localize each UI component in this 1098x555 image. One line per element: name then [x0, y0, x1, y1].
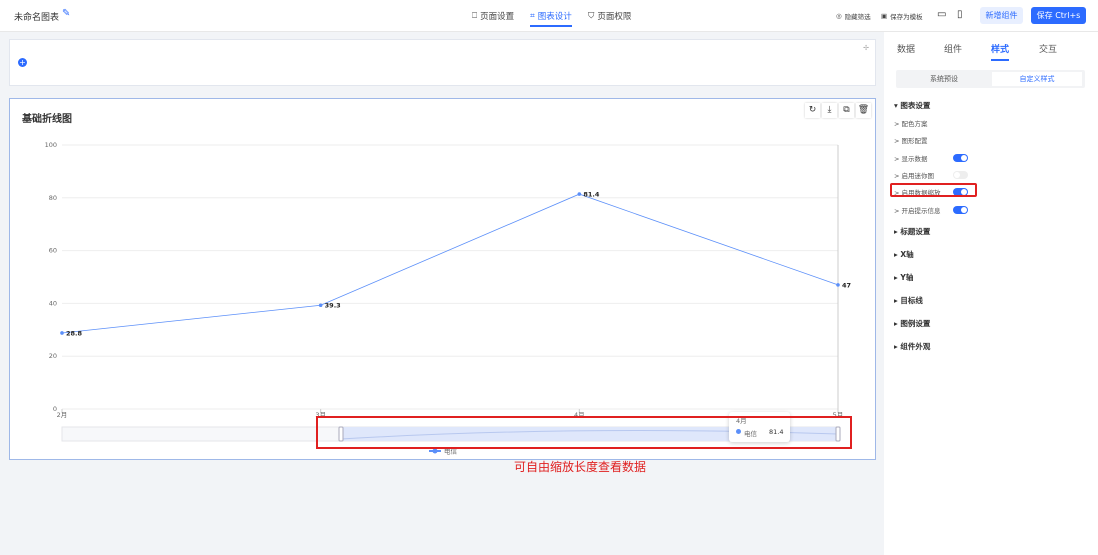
data-label: 47: [842, 281, 851, 289]
line-chart: 0204060801002月 3月 4月 5月28.839.381.447电信: [45, 141, 851, 456]
highlight-box-datazoom-toggle: [890, 183, 977, 197]
section-chart-settings[interactable]: ▾ 图表设置: [894, 100, 930, 111]
y-tick-label: 100: [45, 141, 57, 149]
data-label: 39.3: [325, 302, 341, 310]
legend-marker: [432, 448, 438, 454]
data-label: 81.4: [583, 191, 600, 199]
data-point: [577, 192, 582, 196]
section-header[interactable]: ▸ X轴: [894, 249, 914, 260]
series-line: [61, 193, 839, 334]
desktop-icon[interactable]: ▭: [937, 9, 946, 20]
setting-item[interactable]: > 开启提示信息: [894, 205, 941, 215]
setting-label: 图形配置: [901, 137, 928, 146]
section-header[interactable]: ▸ 组件外观: [894, 341, 930, 352]
highlight-box-datazoom: [316, 416, 852, 449]
style-subtabs: 系统预设 自定义样式: [896, 70, 1085, 88]
data-point: [318, 303, 323, 308]
y-tick-label: 80: [49, 194, 57, 202]
setting-item[interactable]: > 图形配置: [894, 135, 928, 145]
data-point: [836, 283, 840, 287]
setting-item[interactable]: > 配色方案: [894, 118, 928, 128]
add-component-button[interactable]: 新增组件: [980, 7, 1023, 24]
setting-label: 配色方案: [901, 120, 928, 128]
subtab-system-preset[interactable]: 系统预设: [898, 72, 990, 86]
section-header[interactable]: ▸ 图例设置: [894, 318, 930, 329]
section-label: X轴: [900, 250, 914, 259]
y-tick-label: 20: [49, 352, 57, 360]
section-header[interactable]: ▸ 标题设置: [894, 226, 930, 237]
toggle-switch[interactable]: [953, 205, 968, 214]
section-label: Y轴: [900, 273, 914, 282]
setting-item[interactable]: > 显示数据: [894, 153, 928, 163]
save-template-button[interactable]: ▣ 保存为模板: [881, 11, 923, 21]
section-label: 组件外观: [900, 342, 931, 351]
y-tick-label: 60: [49, 247, 57, 255]
setting-label: 启用迷你图: [901, 171, 935, 180]
setting-item[interactable]: > 启用迷你图: [894, 170, 934, 180]
toggle-switch[interactable]: [953, 153, 968, 162]
panel-tab-interaction[interactable]: 交互: [1039, 42, 1057, 55]
panel-tab-component[interactable]: 组件: [944, 42, 962, 55]
subtab-custom-style[interactable]: 自定义样式: [992, 72, 1082, 86]
y-tick-label: 40: [49, 299, 57, 307]
data-point: [60, 331, 64, 335]
save-button[interactable]: 保存 Ctrl+s: [1031, 7, 1086, 24]
section-label: 目标线: [900, 296, 923, 305]
data-label: 28.8: [66, 329, 83, 337]
toggle-switch[interactable]: [953, 170, 968, 179]
setting-label: 开启提示信息: [901, 206, 941, 215]
x-tick-label: 2月: [57, 411, 68, 419]
section-label: 图表设置: [900, 101, 931, 110]
panel-tab-data[interactable]: 数据: [897, 42, 915, 55]
panel-tab-style[interactable]: 样式: [991, 42, 1010, 61]
section-header[interactable]: ▸ Y轴: [894, 272, 913, 283]
tablet-icon[interactable]: ▯: [957, 9, 963, 20]
section-label: 图例设置: [900, 319, 931, 328]
annotation-text: 可自由缩放长度查看数据: [514, 460, 647, 474]
setting-label: 显示数据: [901, 154, 928, 163]
section-label: 标题设置: [900, 227, 931, 236]
section-header[interactable]: ▸ 目标线: [894, 295, 923, 306]
label: 保存为模板: [890, 13, 923, 21]
